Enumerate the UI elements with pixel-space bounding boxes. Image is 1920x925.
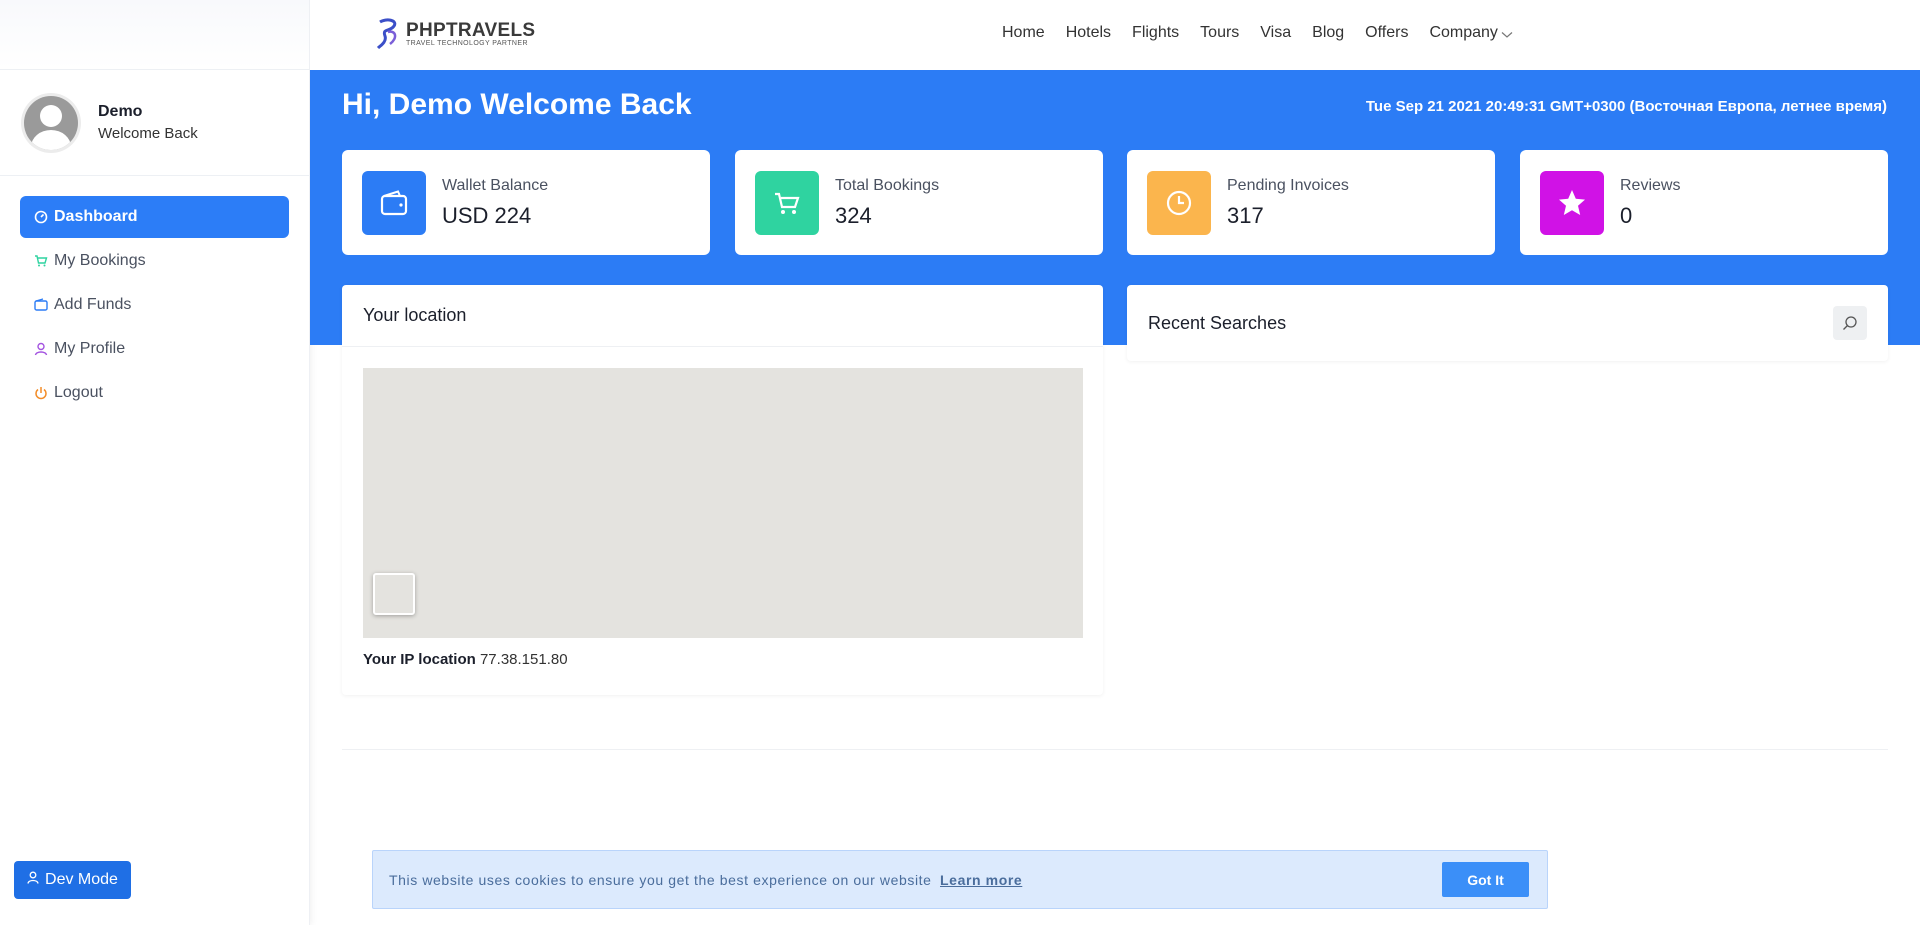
stat-value: 317: [1227, 202, 1264, 228]
stat-card-invoices[interactable]: Pending Invoices 317: [1127, 150, 1495, 255]
stat-value: 0: [1620, 202, 1633, 228]
clock-icon: [1147, 170, 1211, 235]
ip-location-label: Your IP location: [363, 651, 476, 668]
user-icon: [34, 342, 48, 356]
sidebar-item-add-funds[interactable]: Add Funds: [20, 284, 289, 326]
recent-searches-title: Recent Searches: [1148, 312, 1287, 333]
chevron-down-icon: [1501, 31, 1513, 38]
nav-visa[interactable]: Visa: [1260, 24, 1291, 42]
sidebar-item-dashboard[interactable]: Dashboard: [20, 196, 289, 238]
user-welcome: Welcome Back: [98, 125, 198, 142]
sidebar-menu: Dashboard My Bookings Add Funds My Profi…: [0, 176, 309, 436]
sidebar-item-my-profile[interactable]: My Profile: [20, 328, 289, 370]
sidebar-item-logout[interactable]: Logout: [20, 372, 289, 414]
stat-value: USD 224: [442, 202, 532, 228]
cookie-text: This website uses cookies to ensure you …: [389, 871, 932, 888]
wallet-icon: [34, 298, 48, 312]
cookie-learn-more-link[interactable]: Learn more: [940, 872, 1022, 888]
sidebar-item-label: Add Funds: [54, 296, 132, 313]
stat-card-bookings[interactable]: Total Bookings 324: [735, 150, 1103, 255]
search-icon: [1843, 316, 1857, 330]
stat-value: 324: [835, 202, 872, 228]
cookie-accept-button[interactable]: Got It: [1442, 862, 1529, 897]
current-datetime: Tue Sep 21 2021 20:49:31 GMT+0300 (Восто…: [1365, 98, 1887, 115]
nav-blog[interactable]: Blog: [1312, 24, 1344, 42]
ip-location-value: 77.38.151.80: [479, 651, 568, 668]
map-control-button[interactable]: [373, 573, 415, 615]
sidebar-item-my-bookings[interactable]: My Bookings: [20, 240, 289, 282]
stat-label: Wallet Balance: [442, 176, 549, 194]
nav-company-label: Company: [1429, 24, 1498, 41]
brand-title: PHPTRAVELS: [406, 19, 536, 41]
location-card-title: Your location: [342, 285, 1103, 347]
nav-hotels[interactable]: Hotels: [1066, 24, 1111, 42]
user-icon: [27, 871, 39, 889]
dashboard-icon: [34, 210, 48, 224]
nav-home[interactable]: Home: [1002, 24, 1045, 42]
recent-searches-card: Recent Searches: [1127, 285, 1888, 361]
content-divider: [342, 749, 1888, 750]
sidebar-item-label: My Profile: [54, 340, 126, 357]
power-icon: [34, 386, 48, 400]
stat-label: Pending Invoices: [1227, 176, 1349, 194]
user-name: Demo: [98, 103, 143, 120]
location-card: Your location Your IP location 77.38.151…: [342, 285, 1103, 695]
page-title: Hi, Demo Welcome Back: [342, 88, 692, 121]
nav-tours[interactable]: Tours: [1200, 24, 1239, 42]
stat-card-reviews[interactable]: Reviews 0: [1520, 150, 1888, 255]
dev-mode-button[interactable]: Dev Mode: [14, 861, 131, 899]
top-header: PHPTRAVELS TRAVEL TECHNOLOGY PARTNER Hom…: [310, 0, 1920, 70]
ip-location: Your IP location 77.38.151.80: [363, 651, 568, 668]
sidebar-item-label: Dashboard: [54, 208, 138, 225]
nav-company[interactable]: Company: [1429, 24, 1513, 42]
cookie-banner: This website uses cookies to ensure you …: [372, 850, 1548, 909]
cookie-message: This website uses cookies to ensure you …: [389, 872, 1022, 888]
user-box: Demo Welcome Back: [0, 70, 309, 176]
stat-label: Reviews: [1620, 176, 1681, 194]
sidebar-top: [0, 0, 309, 70]
logo-mark-icon: [376, 18, 397, 50]
avatar: [24, 95, 78, 150]
sidebar: Demo Welcome Back Dashboard My Bookings …: [0, 0, 310, 925]
stat-card-wallet[interactable]: Wallet Balance USD 224: [342, 150, 710, 255]
sidebar-item-label: My Bookings: [54, 252, 146, 269]
search-button[interactable]: [1833, 306, 1867, 340]
cart-icon: [34, 254, 48, 268]
wallet-icon: [362, 170, 426, 235]
nav-offers[interactable]: Offers: [1365, 24, 1408, 42]
main-nav: Home Hotels Flights Tours Visa Blog Offe…: [1002, 24, 1534, 42]
star-icon: [1540, 170, 1604, 235]
cart-icon: [755, 170, 819, 235]
brand-logo[interactable]: PHPTRAVELS TRAVEL TECHNOLOGY PARTNER: [376, 18, 535, 50]
nav-flights[interactable]: Flights: [1132, 24, 1179, 42]
sidebar-item-label: Logout: [54, 384, 103, 401]
dev-mode-label: Dev Mode: [45, 871, 118, 888]
location-map[interactable]: [363, 368, 1083, 638]
brand-subtitle: TRAVEL TECHNOLOGY PARTNER: [406, 39, 528, 47]
stat-label: Total Bookings: [835, 176, 940, 194]
